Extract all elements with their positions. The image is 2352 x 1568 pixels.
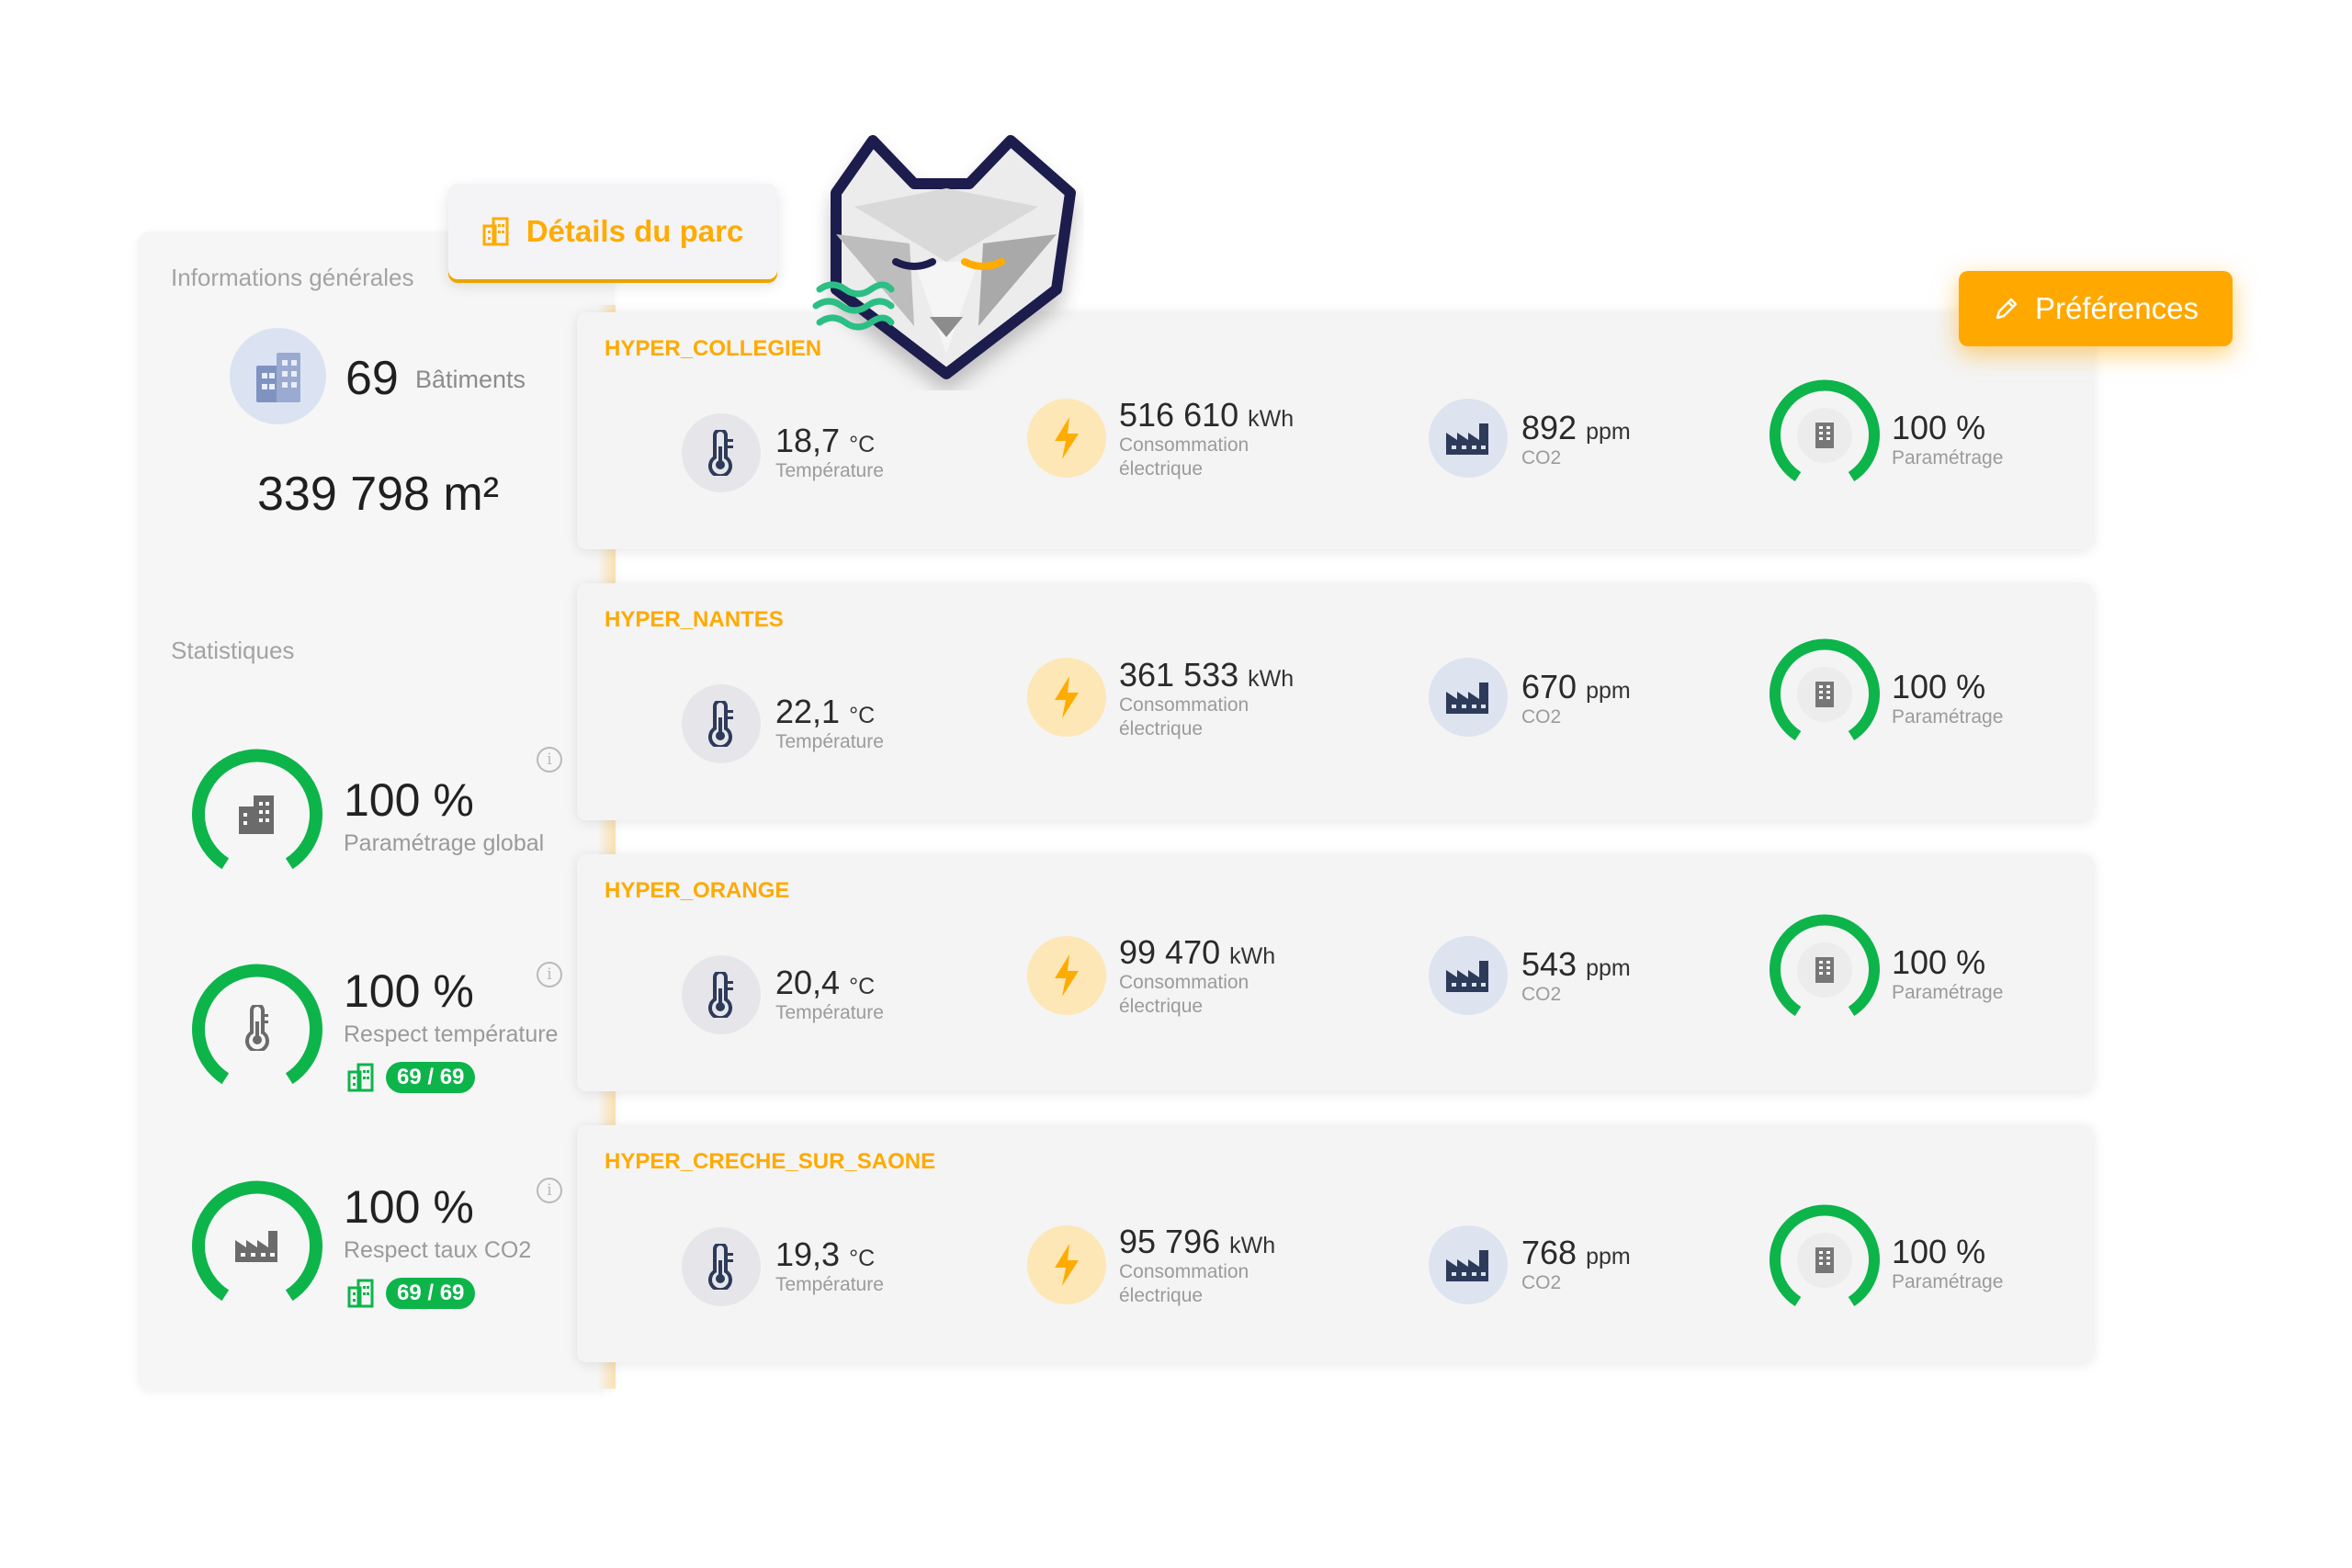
co2-label: CO2 bbox=[1521, 447, 1562, 468]
building-icon bbox=[1815, 682, 1834, 707]
co2-value: 892 ppm bbox=[1521, 409, 1631, 446]
buildings-small-icon bbox=[347, 1063, 374, 1092]
stat-temperature-pct: 100 % bbox=[344, 965, 474, 1017]
buildings-icon bbox=[255, 352, 300, 402]
buildings-small-icon bbox=[347, 1279, 374, 1308]
temperature-label: Température bbox=[775, 460, 884, 481]
temperature-value: 22,1 °C bbox=[775, 693, 876, 730]
thermometer-icon bbox=[708, 701, 733, 747]
bear-mascot-logo bbox=[812, 135, 1076, 379]
info-icon[interactable]: i bbox=[537, 962, 562, 987]
param-label: Paramétrage bbox=[1892, 706, 2004, 728]
stat-global-label: Paramétrage global bbox=[344, 830, 545, 856]
temperature-label: Température bbox=[775, 731, 884, 752]
factory-icon bbox=[1446, 961, 1488, 992]
factory-icon bbox=[1446, 682, 1488, 714]
building-icon-badge bbox=[1797, 408, 1852, 463]
stat-global-pct: 100 % bbox=[344, 774, 474, 826]
factory-icon-badge bbox=[1429, 936, 1508, 1015]
co2-value: 670 ppm bbox=[1521, 668, 1631, 705]
electricity-value: 361 533 kWh bbox=[1119, 656, 1295, 694]
info-icon[interactable]: i bbox=[537, 747, 562, 773]
building-icon bbox=[1815, 423, 1834, 448]
factory-icon bbox=[1446, 423, 1488, 455]
electricity-label: Consommation électrique bbox=[1119, 1261, 1250, 1306]
site-name: HYPER_ORANGE bbox=[605, 878, 790, 903]
lightning-icon-badge bbox=[1027, 1225, 1106, 1304]
param-value: 100 % bbox=[1892, 1233, 1986, 1270]
lightning-icon-badge bbox=[1027, 399, 1106, 478]
site-name: HYPER_COLLEGIEN bbox=[605, 336, 822, 361]
electricity-value: 99 470 kWh bbox=[1119, 933, 1276, 971]
co2-value: 768 ppm bbox=[1521, 1234, 1631, 1271]
lightning-icon bbox=[1055, 1244, 1079, 1286]
buildings-avatar bbox=[230, 328, 326, 424]
co2-label: CO2 bbox=[1521, 1272, 1562, 1293]
building-icon bbox=[239, 795, 274, 834]
param-value: 100 % bbox=[1892, 409, 1986, 446]
building-icon-badge bbox=[1797, 667, 1852, 722]
preferences-button[interactable]: Préférences bbox=[1959, 271, 2233, 346]
param-label: Paramétrage bbox=[1892, 1271, 2004, 1292]
co2-buildings-badge: 69 / 69 bbox=[386, 1278, 476, 1309]
general-info-title: Informations générales bbox=[171, 264, 414, 291]
thermometer-icon bbox=[708, 972, 733, 1018]
param-value: 100 % bbox=[1892, 943, 1986, 981]
lightning-icon bbox=[1055, 417, 1079, 459]
preferences-label: Préférences bbox=[2035, 291, 2199, 325]
factory-icon-badge bbox=[1429, 658, 1508, 737]
park-details-label: Détails du parc bbox=[526, 214, 744, 248]
building-icon bbox=[1815, 1247, 1834, 1273]
co2-value: 543 ppm bbox=[1521, 945, 1631, 983]
temperature-label: Température bbox=[775, 1274, 884, 1295]
electricity-value: 95 796 kWh bbox=[1119, 1223, 1276, 1260]
lightning-icon-badge bbox=[1027, 936, 1106, 1015]
lightning-icon bbox=[1055, 954, 1079, 997]
temperature-value: 20,4 °C bbox=[775, 964, 876, 1001]
temperature-value: 18,7 °C bbox=[775, 422, 876, 459]
temperature-value: 19,3 °C bbox=[775, 1235, 876, 1273]
factory-icon bbox=[235, 1231, 277, 1262]
site-name: HYPER_NANTES bbox=[605, 607, 784, 632]
electricity-label: Consommation électrique bbox=[1119, 972, 1250, 1017]
buildings-label: Bâtiments bbox=[415, 366, 526, 393]
site-name: HYPER_CRECHE_SUR_SAONE bbox=[605, 1149, 936, 1174]
thermometer-icon-badge bbox=[682, 1227, 761, 1306]
stat-temperature-label: Respect température bbox=[344, 1021, 559, 1047]
pencil-icon bbox=[1996, 298, 2018, 320]
factory-icon bbox=[1446, 1250, 1488, 1281]
param-value: 100 % bbox=[1892, 668, 1986, 705]
temperature-label: Température bbox=[775, 1002, 884, 1023]
buildings-count: 69 bbox=[345, 352, 399, 405]
statistics-title: Statistiques bbox=[171, 637, 295, 664]
lightning-icon-badge bbox=[1027, 658, 1106, 737]
thermometer-icon-badge bbox=[682, 955, 761, 1034]
factory-icon-badge bbox=[1429, 1225, 1508, 1304]
thermometer-icon-badge bbox=[682, 684, 761, 763]
stat-co2-label: Respect taux CO2 bbox=[344, 1237, 532, 1263]
electricity-label: Consommation électrique bbox=[1119, 694, 1250, 739]
stat-co2-pct: 100 % bbox=[344, 1181, 474, 1233]
co2-label: CO2 bbox=[1521, 984, 1562, 1005]
electricity-label: Consommation électrique bbox=[1119, 434, 1250, 479]
thermometer-icon bbox=[708, 430, 733, 476]
co2-label: CO2 bbox=[1521, 706, 1562, 728]
thermometer-icon bbox=[245, 1005, 269, 1051]
lightning-icon bbox=[1055, 676, 1079, 718]
electricity-value: 516 610 kWh bbox=[1119, 396, 1295, 434]
building-icon-badge bbox=[1797, 942, 1852, 998]
info-icon[interactable]: i bbox=[537, 1178, 562, 1203]
temperature-buildings-badge: 69 / 69 bbox=[386, 1062, 476, 1093]
total-surface: 339 798 m² bbox=[257, 468, 500, 521]
buildings-icon bbox=[482, 217, 509, 246]
building-icon bbox=[1815, 957, 1834, 983]
param-label: Paramétrage bbox=[1892, 982, 2004, 1003]
factory-icon-badge bbox=[1429, 399, 1508, 478]
park-details-tab[interactable]: Détails du parc bbox=[448, 184, 777, 279]
thermometer-icon-badge bbox=[682, 413, 761, 492]
building-icon-badge bbox=[1797, 1233, 1852, 1288]
thermometer-icon bbox=[708, 1244, 733, 1290]
param-label: Paramétrage bbox=[1892, 447, 2004, 468]
